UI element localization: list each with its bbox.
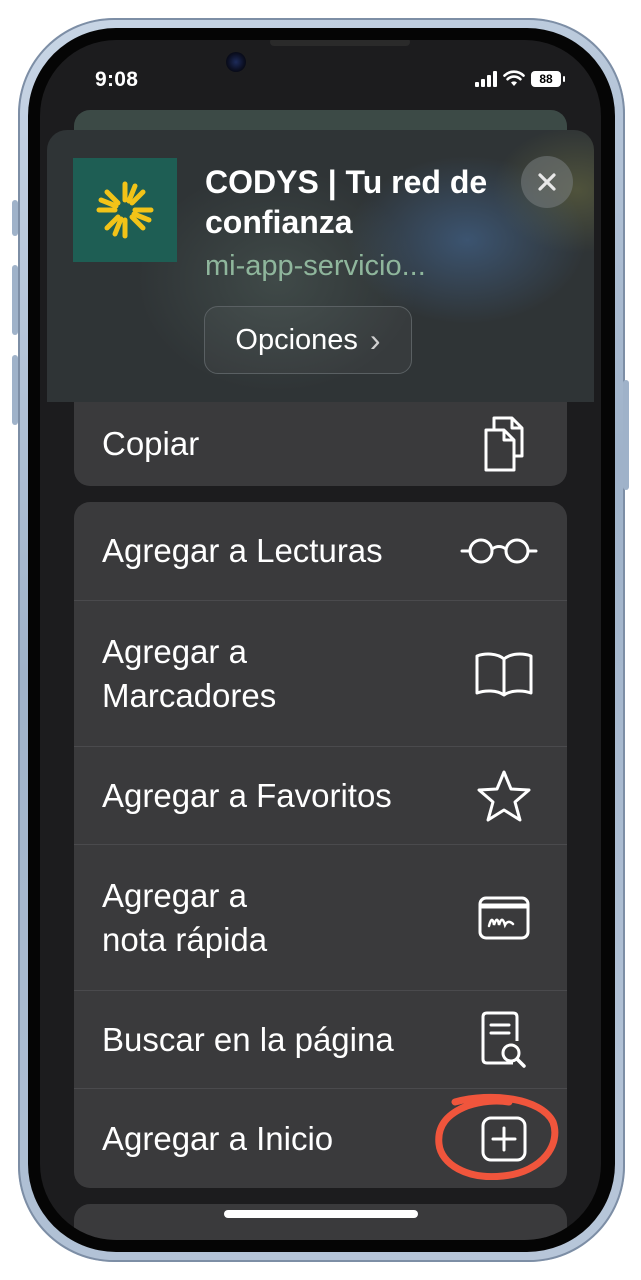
add-to-home-screen-label: Agregar a Inicio bbox=[102, 1119, 334, 1157]
cellular-signal-icon bbox=[475, 70, 497, 87]
share-sheet-header: CODYS | Tu red de confianza mi-app-servi… bbox=[47, 130, 594, 402]
add-to-quick-note-row[interactable]: Agregar a nota rápida bbox=[74, 844, 567, 990]
site-app-icon bbox=[73, 158, 177, 262]
star-icon bbox=[469, 761, 539, 831]
quick-note-icon bbox=[469, 883, 539, 953]
add-to-quick-note-label: Agregar a nota rápida bbox=[102, 876, 268, 958]
chevron-right-icon: › bbox=[369, 322, 381, 358]
doc-on-doc-icon bbox=[469, 409, 539, 479]
status-icons: 88 bbox=[475, 70, 565, 87]
actions-group: Agregar a Lecturas Agregar a Marcadores bbox=[74, 502, 567, 1188]
home-indicator bbox=[224, 1210, 418, 1218]
eyeglasses-icon bbox=[459, 516, 539, 586]
side-power-button bbox=[623, 380, 629, 490]
copy-row[interactable]: Copiar bbox=[74, 402, 567, 486]
screen: 9:08 88 CODYS | Tu red de confianza mi-a… bbox=[40, 40, 601, 1240]
add-to-favorites-row[interactable]: Agregar a Favoritos bbox=[74, 746, 567, 844]
status-bar: 9:08 88 bbox=[40, 40, 601, 120]
add-to-home-screen-row[interactable]: Agregar a Inicio bbox=[74, 1088, 567, 1188]
volume-up-button bbox=[12, 265, 18, 335]
codys-logo-icon bbox=[96, 181, 154, 239]
wifi-icon bbox=[503, 70, 525, 86]
site-url: mi-app-servicio... bbox=[205, 250, 426, 282]
add-to-reading-list-label: Agregar a Lecturas bbox=[102, 532, 383, 569]
plus-square-icon bbox=[469, 1104, 539, 1174]
copy-group: Copiar bbox=[74, 402, 567, 486]
options-button[interactable]: Opciones › bbox=[204, 306, 412, 374]
close-icon bbox=[538, 173, 556, 191]
close-button[interactable] bbox=[521, 156, 573, 208]
book-icon bbox=[469, 639, 539, 709]
copy-label: Copiar bbox=[102, 425, 200, 462]
volume-down-button bbox=[12, 355, 18, 425]
options-label: Opciones bbox=[235, 323, 358, 356]
battery-icon: 88 bbox=[531, 70, 565, 87]
site-title: CODYS | Tu red de confianza bbox=[205, 164, 488, 240]
add-to-favorites-label: Agregar a Favoritos bbox=[102, 776, 392, 814]
status-time: 9:08 bbox=[95, 68, 139, 91]
action-button bbox=[12, 200, 18, 236]
add-to-reading-list-row[interactable]: Agregar a Lecturas bbox=[74, 502, 567, 600]
find-on-page-row[interactable]: Buscar en la página bbox=[74, 990, 567, 1088]
find-on-page-label: Buscar en la página bbox=[102, 1020, 394, 1058]
add-to-bookmarks-row[interactable]: Agregar a Marcadores bbox=[74, 600, 567, 746]
add-to-bookmarks-label: Agregar a Marcadores bbox=[102, 632, 277, 714]
doc-magnifier-icon bbox=[469, 1005, 539, 1075]
